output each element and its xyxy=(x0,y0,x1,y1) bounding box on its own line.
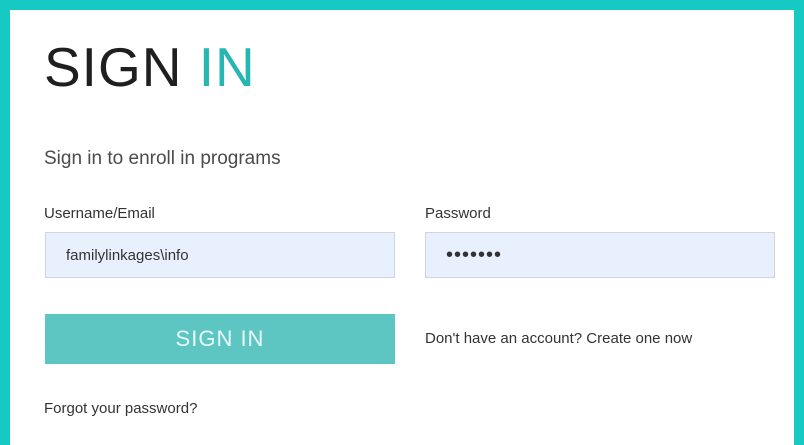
sign-in-panel: SIGN IN Sign in to enroll in programs Us… xyxy=(10,10,794,445)
password-label: Password xyxy=(425,205,491,222)
title-part-sign: SIGN xyxy=(44,36,183,98)
title-part-in: IN xyxy=(198,36,256,98)
sign-in-subtitle: Sign in to enroll in programs xyxy=(44,148,281,169)
username-input[interactable] xyxy=(45,232,395,278)
username-label: Username/Email xyxy=(44,205,155,222)
sign-in-button[interactable]: SIGN IN xyxy=(45,314,395,364)
forgot-password-link[interactable]: Forgot your password? xyxy=(44,400,197,417)
page-title: SIGN IN xyxy=(44,38,256,96)
create-account-link[interactable]: Don't have an account? Create one now xyxy=(425,330,692,347)
password-input[interactable] xyxy=(425,232,775,278)
